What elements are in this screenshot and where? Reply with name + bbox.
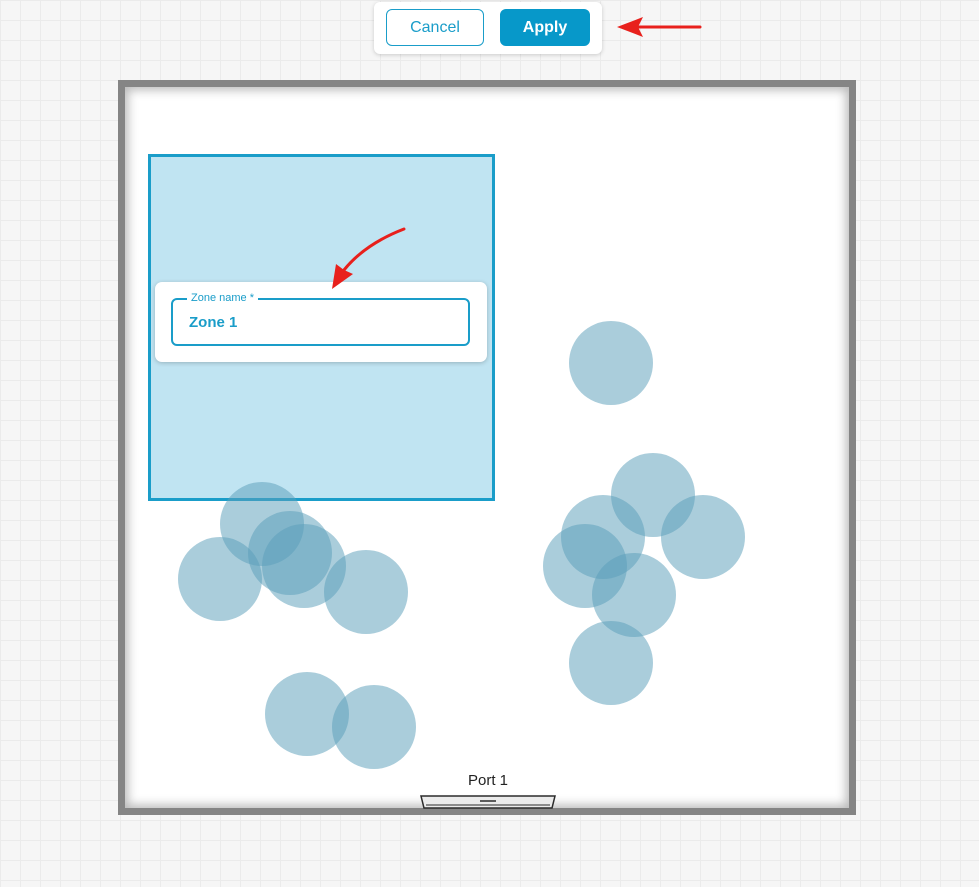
zone-name-card: Zone name * bbox=[155, 282, 487, 362]
edit-toolbar: Cancel Apply bbox=[374, 2, 602, 54]
port-label: Port 1 bbox=[467, 772, 509, 789]
zone-name-input[interactable] bbox=[189, 311, 449, 333]
sensor-device-icon[interactable] bbox=[420, 793, 556, 811]
arrow-to-apply-icon bbox=[617, 17, 702, 37]
cancel-button[interactable]: Cancel bbox=[386, 9, 484, 46]
zone-name-field[interactable]: Zone name * bbox=[171, 291, 470, 346]
apply-button[interactable]: Apply bbox=[500, 9, 590, 46]
zone-name-label: Zone name * bbox=[187, 291, 258, 305]
